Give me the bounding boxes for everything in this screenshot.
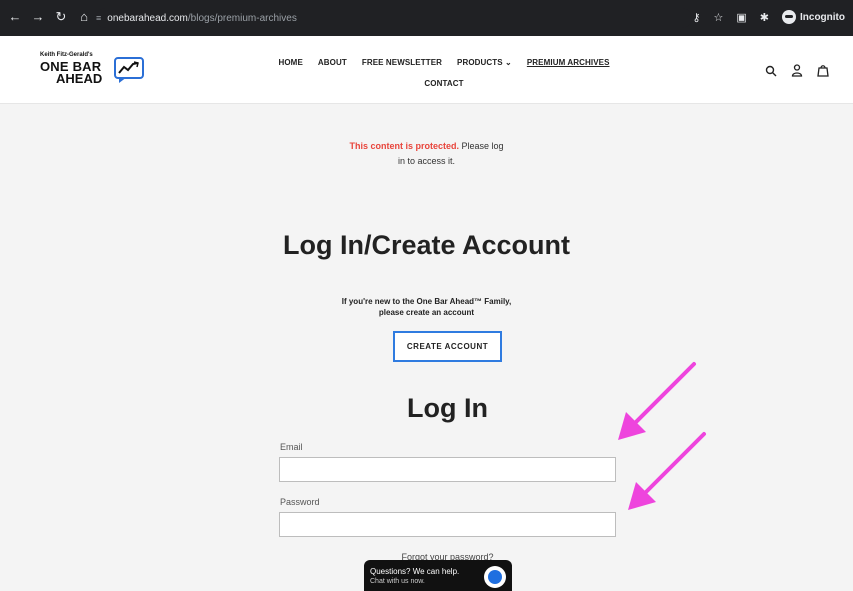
nav-free-newsletter[interactable]: FREE NEWSLETTER — [362, 58, 442, 67]
page-title: Log In/Create Account — [282, 230, 571, 260]
home-icon[interactable]: ⌂ — [77, 9, 91, 25]
new-user-text: If you're new to the One Bar Ahead™ Fami… — [0, 296, 853, 318]
nav-products-label: PRODUCTS — [457, 58, 503, 67]
site-logo[interactable]: Keith Fitz-Gerald's ONE BAR AHEAD — [40, 52, 150, 88]
email-field[interactable] — [279, 457, 616, 482]
browser-toolbar: ← → ↻ ⌂ ≡ onebarahead.com /blogs/premium… — [0, 0, 853, 36]
email-label: Email — [280, 442, 303, 452]
forward-icon[interactable]: → — [31, 9, 45, 25]
main-nav: HOME ABOUT FREE NEWSLETTER PRODUCTS ⌄ PR… — [258, 58, 630, 88]
browser-actions: ⚷ ☆ ▣ ✱ Incognito — [692, 10, 845, 24]
chart-bubble-icon — [114, 57, 144, 79]
chevron-down-icon: ⌄ — [505, 58, 512, 67]
extensions-icon[interactable]: ✱ — [760, 11, 769, 24]
site-info-icon[interactable]: ≡ — [96, 13, 101, 23]
password-label: Password — [280, 497, 320, 507]
create-account-button[interactable]: CREATE ACCOUNT — [393, 331, 502, 362]
incognito-icon — [782, 10, 796, 24]
chat-widget[interactable]: Questions? We can help. Chat with us now… — [364, 560, 512, 591]
protected-text: Please log — [458, 141, 504, 151]
chat-line2: Chat with us now. — [370, 578, 425, 585]
chat-line1: Questions? We can help. — [370, 567, 460, 576]
nav-contact[interactable]: CONTACT — [424, 79, 463, 88]
address-bar[interactable]: ≡ onebarahead.com /blogs/premium-archive… — [96, 8, 692, 28]
account-icon[interactable] — [791, 64, 803, 77]
nav-about[interactable]: ABOUT — [318, 58, 347, 67]
nav-products[interactable]: PRODUCTS ⌄ — [457, 58, 512, 67]
key-icon[interactable]: ⚷ — [692, 11, 700, 24]
nav-home[interactable]: HOME — [278, 58, 302, 67]
annotation-arrow-password — [628, 432, 706, 510]
cart-icon[interactable] — [817, 64, 829, 77]
login-title: Log In — [407, 393, 488, 423]
logo-tagline: Keith Fitz-Gerald's — [40, 52, 93, 58]
url-host: onebarahead.com — [107, 12, 188, 24]
incognito-label: Incognito — [800, 11, 845, 23]
protected-text-line2: in to access it. — [397, 156, 456, 166]
nav-premium-archives[interactable]: PREMIUM ARCHIVES — [527, 58, 610, 67]
protected-notice: This content is protected. Please log in… — [0, 139, 853, 169]
new-user-line2: please create an account — [378, 308, 475, 317]
header-icons — [765, 64, 829, 77]
camera-icon[interactable]: ▣ — [736, 11, 746, 24]
incognito-badge[interactable]: Incognito — [782, 10, 845, 24]
protected-highlight: This content is protected. — [349, 141, 459, 151]
password-field[interactable] — [279, 512, 616, 537]
new-user-line1: If you're new to the One Bar Ahead™ Fami… — [341, 297, 512, 306]
browser-nav: ← → ↻ ⌂ — [8, 9, 91, 25]
chat-icon — [484, 566, 506, 588]
url-path: /blogs/premium-archives — [187, 12, 297, 24]
star-icon[interactable]: ☆ — [714, 11, 724, 24]
site-header: Keith Fitz-Gerald's ONE BAR AHEAD HOME A… — [0, 36, 853, 104]
reload-icon[interactable]: ↻ — [54, 9, 68, 25]
logo-line2: AHEAD — [56, 71, 103, 86]
back-icon[interactable]: ← — [8, 9, 22, 25]
search-icon[interactable] — [765, 65, 777, 77]
